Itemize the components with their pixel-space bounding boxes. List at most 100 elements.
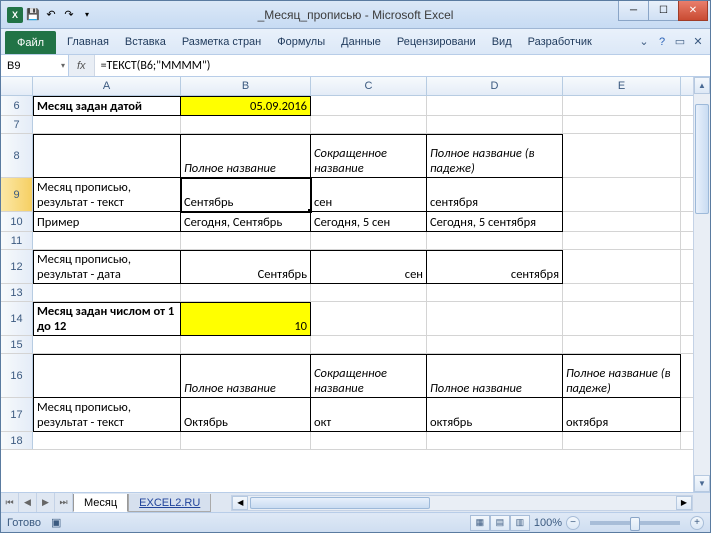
tab-formulas[interactable]: Формулы xyxy=(269,29,333,54)
cell-D6[interactable] xyxy=(427,96,563,115)
col-header-E[interactable]: E xyxy=(563,77,681,95)
tab-home[interactable]: Главная xyxy=(59,29,117,54)
cell-E10[interactable] xyxy=(563,212,681,231)
cell-A16[interactable] xyxy=(33,354,181,398)
horizontal-scrollbar[interactable]: ◀ ▶ xyxy=(231,495,693,511)
row-header[interactable]: 6 xyxy=(1,96,33,115)
col-header-B[interactable]: B xyxy=(181,77,311,95)
col-header-D[interactable]: D xyxy=(427,77,563,95)
scroll-up-button[interactable]: ▲ xyxy=(694,77,710,94)
close-button[interactable]: ✕ xyxy=(678,1,708,21)
cell-E18[interactable] xyxy=(563,432,681,450)
file-tab[interactable]: Файл xyxy=(5,31,56,54)
zoom-out-button[interactable]: − xyxy=(566,516,580,530)
row-header[interactable]: 14 xyxy=(1,302,33,335)
row-header[interactable]: 8 xyxy=(1,134,33,177)
cell-D18[interactable] xyxy=(427,432,563,450)
cell-E13[interactable] xyxy=(563,284,681,302)
cell-A15[interactable] xyxy=(33,336,181,354)
scroll-right-button[interactable]: ▶ xyxy=(676,496,692,510)
cell-B13[interactable] xyxy=(181,284,311,302)
cell-D8[interactable]: Полное название (в падеже) xyxy=(427,134,563,178)
cell-C11[interactable] xyxy=(311,232,427,250)
cell-E15[interactable] xyxy=(563,336,681,354)
macro-record-icon[interactable]: ▣ xyxy=(51,516,61,529)
cell-A7[interactable] xyxy=(33,116,181,134)
cell-D7[interactable] xyxy=(427,116,563,134)
cell-D14[interactable] xyxy=(427,302,563,335)
cell-D9[interactable]: сентября xyxy=(427,178,563,212)
row-header[interactable]: 12 xyxy=(1,250,33,283)
tab-insert[interactable]: Вставка xyxy=(117,29,174,54)
cell-E8[interactable] xyxy=(563,134,681,177)
sheet-nav-first-icon[interactable]: ⏮ xyxy=(1,493,19,512)
sheet-nav-prev-icon[interactable]: ◀ xyxy=(19,493,37,512)
cell-E6[interactable] xyxy=(563,96,681,115)
view-page-break-button[interactable]: ▥ xyxy=(510,515,530,531)
cell-E7[interactable] xyxy=(563,116,681,134)
cell-C8[interactable]: Сокращенное название xyxy=(311,134,427,178)
ribbon-minimize-icon[interactable]: ⌄ xyxy=(636,34,652,50)
cell-E9[interactable] xyxy=(563,178,681,211)
cell-B12[interactable]: Сентябрь xyxy=(181,250,311,284)
save-icon[interactable]: 💾 xyxy=(25,7,41,23)
cell-B8[interactable]: Полное название xyxy=(181,134,311,178)
cell-D17[interactable]: октябрь xyxy=(427,398,563,432)
col-header-A[interactable]: A xyxy=(33,77,181,95)
cell-A10[interactable]: Пример xyxy=(33,212,181,232)
undo-icon[interactable]: ↶ xyxy=(43,7,59,23)
cell-B7[interactable] xyxy=(181,116,311,134)
cell-C18[interactable] xyxy=(311,432,427,450)
cell-A11[interactable] xyxy=(33,232,181,250)
cell-B17[interactable]: Октябрь xyxy=(181,398,311,432)
vertical-scrollbar[interactable]: ▲ ▼ xyxy=(693,77,710,492)
qat-dropdown-icon[interactable]: ▾ xyxy=(79,7,95,23)
tab-page-layout[interactable]: Разметка стран xyxy=(174,29,269,54)
scroll-down-button[interactable]: ▼ xyxy=(694,475,710,492)
tab-developer[interactable]: Разработчик xyxy=(520,29,600,54)
cell-E17[interactable]: октября xyxy=(563,398,681,432)
cell-B16[interactable]: Полное название xyxy=(181,354,311,398)
cell-D16[interactable]: Полное название xyxy=(427,354,563,398)
cell-C6[interactable] xyxy=(311,96,427,115)
tab-view[interactable]: Вид xyxy=(484,29,520,54)
cell-B15[interactable] xyxy=(181,336,311,354)
cell-A9[interactable]: Месяц прописью, результат - текст xyxy=(33,178,181,212)
cell-E11[interactable] xyxy=(563,232,681,250)
cell-A18[interactable] xyxy=(33,432,181,450)
row-header[interactable]: 9 xyxy=(1,178,33,211)
row-header[interactable]: 18 xyxy=(1,432,33,449)
row-header[interactable]: 15 xyxy=(1,336,33,353)
cell-D13[interactable] xyxy=(427,284,563,302)
view-page-layout-button[interactable]: ▤ xyxy=(490,515,510,531)
tab-data[interactable]: Данные xyxy=(333,29,389,54)
cell-B14[interactable]: 10 xyxy=(181,302,311,336)
select-all-corner[interactable] xyxy=(1,77,33,95)
window-close-icon[interactable]: ✕ xyxy=(690,34,706,50)
cell-E16[interactable]: Полное название (в падеже) xyxy=(563,354,681,398)
cell-D11[interactable] xyxy=(427,232,563,250)
cell-D15[interactable] xyxy=(427,336,563,354)
row-header[interactable]: 11 xyxy=(1,232,33,249)
window-restore-icon[interactable]: ▭ xyxy=(672,34,688,50)
cell-B10[interactable]: Сегодня, Сентябрь xyxy=(181,212,311,232)
zoom-level[interactable]: 100% xyxy=(534,517,562,529)
zoom-in-button[interactable]: + xyxy=(690,516,704,530)
vscroll-thumb[interactable] xyxy=(695,104,709,214)
sheet-tab-link[interactable]: EXCEL2.RU xyxy=(128,494,211,512)
sheet-tab-active[interactable]: Месяц xyxy=(73,494,128,512)
hscroll-thumb[interactable] xyxy=(250,497,430,509)
cell-B18[interactable] xyxy=(181,432,311,450)
row-header[interactable]: 7 xyxy=(1,116,33,133)
formula-input[interactable]: =ТЕКСТ(B6;"ММММ") xyxy=(95,55,710,76)
sheet-nav-next-icon[interactable]: ▶ xyxy=(37,493,55,512)
maximize-button[interactable]: ☐ xyxy=(648,1,678,21)
help-icon[interactable]: ? xyxy=(654,34,670,50)
redo-icon[interactable]: ↷ xyxy=(61,7,77,23)
cell-C9[interactable]: сен xyxy=(311,178,427,212)
cell-A13[interactable] xyxy=(33,284,181,302)
cell-C12[interactable]: сен xyxy=(311,250,427,284)
cell-C14[interactable] xyxy=(311,302,427,335)
row-header[interactable]: 13 xyxy=(1,284,33,301)
cell-A12[interactable]: Месяц прописью, результат - дата xyxy=(33,250,181,284)
